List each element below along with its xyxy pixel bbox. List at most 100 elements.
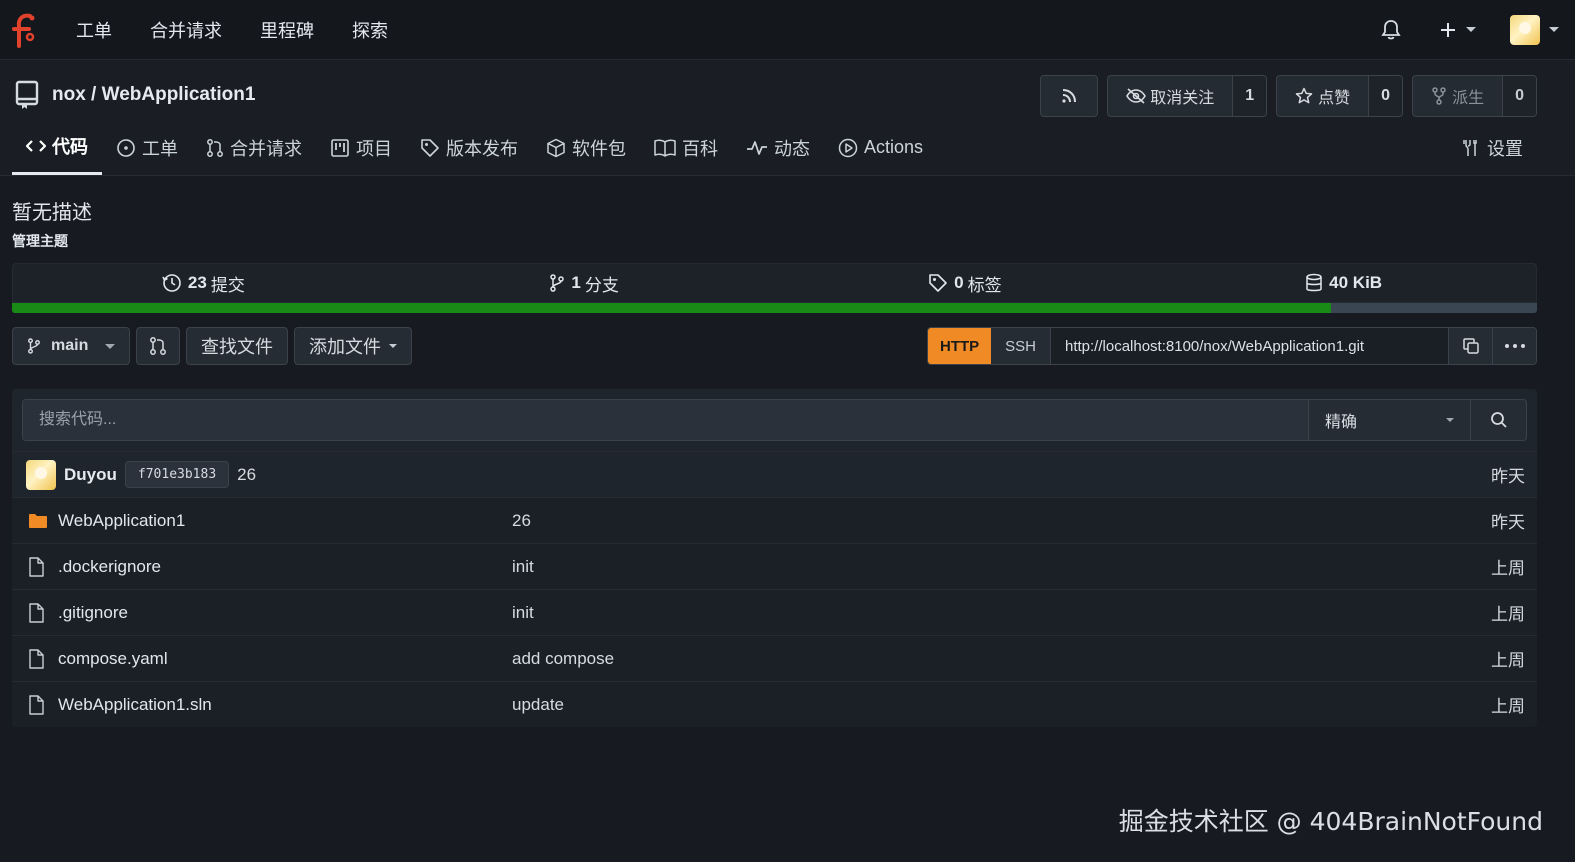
search-input[interactable] [23, 400, 1308, 440]
language-bar[interactable] [12, 303, 1537, 313]
file-commit-time: 上周 [1491, 559, 1525, 578]
avatar[interactable] [26, 459, 56, 490]
tab-label: 动态 [774, 138, 810, 159]
pull-request-icon [150, 337, 166, 355]
unwatch-button[interactable]: 取消关注 1 [1107, 75, 1268, 117]
issue-opened-icon [117, 138, 135, 157]
repo-size: 40 KiB [1329, 273, 1383, 292]
list-item[interactable]: .dockerignore init 上周 [12, 543, 1537, 589]
tab-label: 版本发布 [446, 138, 518, 159]
search-mode-select[interactable]: 精确 [1308, 400, 1470, 440]
tab-code[interactable]: 代码 [12, 120, 102, 175]
fork-count[interactable]: 0 [1502, 76, 1536, 116]
nav-issues[interactable]: 工单 [76, 17, 112, 43]
copy-url-button[interactable] [1448, 328, 1492, 364]
history-icon [162, 274, 181, 292]
compare-button[interactable] [136, 327, 180, 365]
file-commit-message[interactable]: init [512, 557, 534, 577]
database-icon [1306, 273, 1322, 292]
file-name[interactable]: .gitignore [58, 603, 512, 623]
code-icon [26, 140, 46, 152]
repo-description: 暂无描述 [12, 202, 92, 224]
nav-pulls[interactable]: 合并请求 [150, 17, 222, 43]
chevron-down-icon [1466, 27, 1476, 32]
branches-label: 分支 [584, 275, 619, 295]
repo-title-bar: nox / WebApplication1 [14, 80, 255, 110]
tab-projects[interactable]: 项目 [316, 120, 406, 175]
nav-milestones[interactable]: 里程碑 [260, 17, 314, 43]
tab-activity[interactable]: 动态 [732, 120, 824, 175]
ssh-clone-tab[interactable]: SSH [991, 328, 1051, 364]
gitea-logo-icon[interactable] [10, 10, 46, 50]
list-item[interactable]: compose.yaml add compose 上周 [12, 635, 1537, 681]
http-clone-tab[interactable]: HTTP [927, 328, 992, 364]
latest-commit-row: Duyou f701e3b183 26 昨天 [12, 451, 1537, 497]
create-new-menu[interactable] [1439, 21, 1476, 39]
fork-label: 派生 [1452, 90, 1485, 107]
rss-button[interactable] [1040, 75, 1099, 117]
file-toolbar: main 查找文件 添加文件 HTTP SSH http://localhost… [12, 327, 1537, 365]
file-icon [28, 694, 50, 715]
list-item[interactable]: .gitignore init 上周 [12, 589, 1537, 635]
tab-pulls[interactable]: 合并请求 [192, 120, 316, 175]
find-file-button[interactable]: 查找文件 [186, 327, 288, 365]
more-options-button[interactable] [1492, 328, 1536, 364]
clone-url-field[interactable]: http://localhost:8100/nox/WebApplication… [1051, 328, 1448, 364]
copy-icon [1462, 338, 1479, 354]
branch-icon [550, 274, 565, 292]
commit-sha[interactable]: f701e3b183 [124, 461, 230, 488]
file-commit-time: 上周 [1491, 605, 1525, 624]
tab-actions[interactable]: Actions [824, 120, 937, 175]
file-commit-message[interactable]: init [512, 603, 534, 623]
tag-icon [421, 138, 439, 157]
tab-label: Actions [864, 137, 924, 157]
file-name[interactable]: .dockerignore [58, 557, 512, 577]
chevron-down-icon [1549, 27, 1559, 32]
tab-label: 软件包 [572, 138, 626, 159]
star-button[interactable]: 点赞 0 [1276, 75, 1404, 117]
folder-icon [28, 513, 50, 529]
nav-explore[interactable]: 探索 [352, 17, 388, 43]
fork-button[interactable]: 派生 0 [1412, 75, 1537, 117]
watermark: 掘金技术社区 @ 404BrainNotFound [1118, 807, 1543, 836]
list-item[interactable]: WebApplication1.sln update 上周 [12, 681, 1537, 727]
tab-label: 百科 [682, 138, 718, 159]
tab-label: 代码 [52, 137, 88, 157]
file-commit-time: 昨天 [1491, 513, 1525, 532]
file-name[interactable]: WebApplication1 [58, 511, 512, 531]
tab-wiki[interactable]: 百科 [640, 120, 732, 175]
file-commit-message[interactable]: 26 [512, 511, 531, 531]
file-name[interactable]: WebApplication1.sln [58, 695, 512, 715]
code-search-bar: 精确 [12, 389, 1537, 451]
search-button[interactable] [1470, 400, 1526, 440]
file-commit-message[interactable]: update [512, 695, 564, 715]
repo-actions: 取消关注 1 点赞 0 派生 0 [1031, 75, 1537, 117]
bell-icon[interactable] [1381, 19, 1401, 41]
pulse-icon [747, 140, 767, 155]
tab-releases[interactable]: 版本发布 [406, 120, 532, 175]
fork-icon [1432, 87, 1446, 105]
file-commit-message[interactable]: add compose [512, 649, 614, 669]
commits-stat[interactable]: 23 提交 [13, 264, 394, 302]
manage-topics-link[interactable]: 管理主题 [12, 231, 1537, 251]
file-name[interactable]: compose.yaml [58, 649, 512, 669]
commit-author[interactable]: Duyou [64, 465, 117, 485]
tab-issues[interactable]: 工单 [102, 120, 192, 175]
branches-stat[interactable]: 1 分支 [394, 264, 775, 302]
repo-title[interactable]: nox / WebApplication1 [52, 84, 255, 106]
branch-icon [28, 338, 40, 354]
pull-request-icon [207, 138, 223, 157]
tags-stat[interactable]: 0 标签 [775, 264, 1156, 302]
repo-content: 暂无描述 管理主题 23 提交 1 分支 0 标签 40 KiB main 查找… [12, 176, 1537, 727]
user-menu[interactable] [1510, 14, 1559, 45]
list-item[interactable]: WebApplication1 26 昨天 [12, 497, 1537, 543]
commit-message[interactable]: 26 [237, 465, 256, 485]
watch-count[interactable]: 1 [1232, 76, 1267, 116]
add-file-dropdown[interactable]: 添加文件 [294, 327, 412, 365]
tab-label: 设置 [1487, 138, 1523, 159]
repo-tabs: 代码 工单 合并请求 项目 版本发布 软件包 百科 动态 Actions 设置 [12, 120, 1537, 175]
tab-settings[interactable]: 设置 [1447, 120, 1537, 175]
tab-packages[interactable]: 软件包 [532, 120, 640, 175]
branch-selector[interactable]: main [12, 327, 130, 365]
star-count[interactable]: 0 [1368, 76, 1403, 116]
